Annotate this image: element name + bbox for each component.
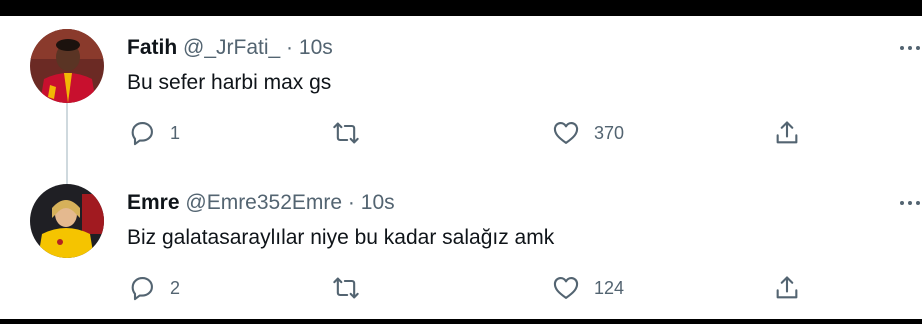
retweet-icon	[332, 119, 360, 147]
share-icon	[773, 274, 801, 302]
separator: ·	[286, 36, 294, 59]
tweet[interactable]: Fatih @_JrFati_ · 10s Bu sefer harbi max…	[0, 16, 922, 166]
share-icon	[773, 119, 801, 147]
user-handle[interactable]: @_JrFati_	[183, 36, 280, 59]
user-handle[interactable]: @Emre352Emre	[185, 191, 342, 214]
more-icon[interactable]	[898, 36, 922, 60]
like-count: 370	[594, 122, 625, 143]
like-count: 124	[594, 277, 625, 298]
reply-button[interactable]: 1	[128, 118, 180, 148]
tweet[interactable]: Emre @Emre352Emre · 10s Biz galatasarayl…	[0, 171, 922, 319]
like-button[interactable]: 370	[552, 118, 624, 148]
tweet-header: Emre @Emre352Emre · 10s	[127, 191, 395, 215]
timestamp[interactable]: 10s	[361, 191, 395, 214]
share-button[interactable]	[773, 118, 801, 148]
tweet-header: Fatih @_JrFati_ · 10s	[127, 36, 333, 60]
avatar[interactable]	[30, 184, 104, 258]
like-icon	[552, 274, 580, 302]
retweet-button[interactable]	[332, 273, 360, 303]
reply-button[interactable]: 2	[128, 273, 180, 303]
like-icon	[552, 119, 580, 147]
timestamp[interactable]: 10s	[299, 36, 333, 59]
more-icon[interactable]	[898, 191, 922, 215]
reply-count: 1	[170, 122, 181, 143]
reply-icon	[128, 274, 156, 302]
tweet-text: Bu sefer harbi max gs	[127, 71, 332, 94]
tweet-text: Biz galatasaraylılar niye bu kadar salağ…	[127, 226, 555, 249]
reply-count: 2	[170, 277, 181, 298]
display-name[interactable]: Fatih	[127, 36, 177, 59]
like-button[interactable]: 124	[552, 273, 624, 303]
reply-icon	[128, 119, 156, 147]
avatar[interactable]	[30, 29, 104, 103]
retweet-icon	[332, 274, 360, 302]
tweet-thread: Fatih @_JrFati_ · 10s Bu sefer harbi max…	[0, 16, 922, 319]
retweet-button[interactable]	[332, 118, 360, 148]
display-name[interactable]: Emre	[127, 191, 180, 214]
separator: ·	[347, 191, 355, 214]
share-button[interactable]	[773, 273, 801, 303]
